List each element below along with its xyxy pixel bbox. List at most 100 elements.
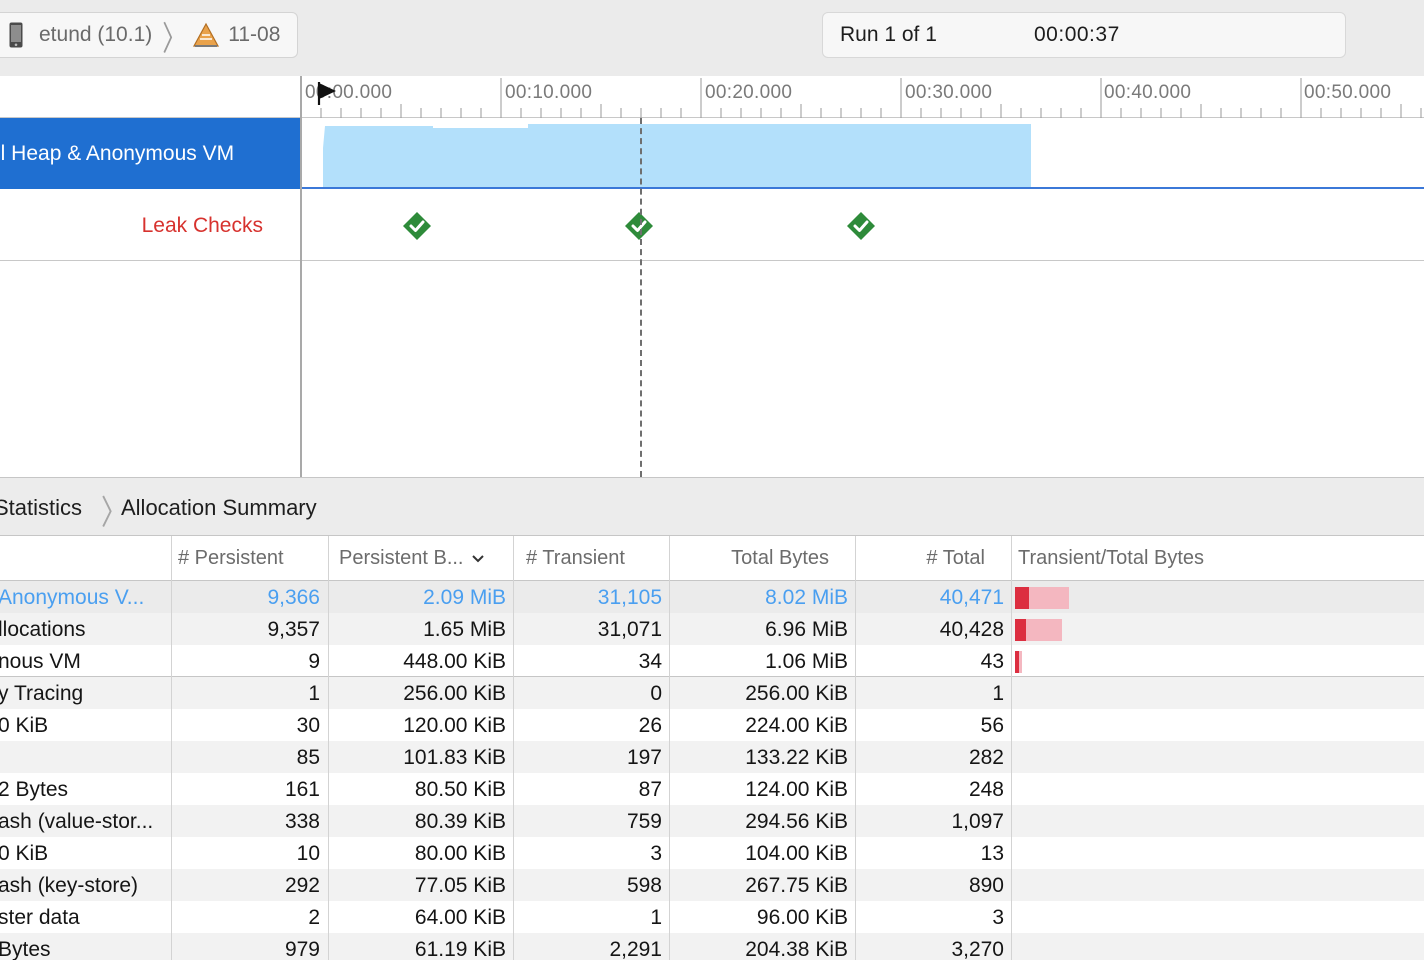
cell-persistent: 9,357 [267,618,320,641]
table-row[interactable]: nous VM 9 448.00 KiB 34 1.06 MiB 43 [0,645,1424,677]
track-divider [300,76,302,477]
cell-persistent-bytes: 64.00 KiB [414,906,506,929]
cell-category: 0 KiB [0,842,49,865]
checkmark-diamond-icon[interactable] [845,210,877,242]
chevron-down-icon [472,555,484,563]
transient-total-bar [1015,587,1075,609]
bar-persistent-bytes [1015,619,1027,641]
cell-transient: 26 [638,714,662,737]
inspection-head[interactable] [640,118,642,477]
cell-persistent: 338 [284,810,320,833]
cell-total: 13 [980,842,1004,865]
table-row[interactable]: Anonymous V... 9,366 2.09 MiB 31,105 8.02 Mi… [0,581,1424,613]
cell-total-bytes: 1.06 MiB [765,650,848,673]
cell-persistent: 9 [308,650,320,673]
cell-persistent-bytes: 101.83 KiB [403,746,506,769]
instruments-app-icon [192,22,220,48]
ruler-label: 00:30.000 [905,82,993,103]
table-row[interactable]: llocations 9,357 1.65 MiB 31,071 6.96 MiB 40,… [0,613,1424,645]
track-label-heap-vm[interactable]: ll Heap & Anonymous VM [0,118,301,189]
track-label-leak-checks[interactable]: Leak Checks [0,190,301,261]
cell-persistent-bytes: 2.09 MiB [423,586,506,609]
column-divider [855,536,856,960]
cell-total: 3,270 [951,938,1004,960]
run-elapsed-time: 00:00:37 [1034,23,1120,46]
cell-total: 40,428 [939,618,1004,641]
heap-vm-graph[interactable] [302,118,1424,189]
column-divider [513,536,514,960]
table-row[interactable]: ash (key-store) 292 77.05 KiB 598 267.75 KiB… [0,869,1424,901]
cell-transient: 31,071 [597,618,662,641]
cell-persistent: 9,366 [267,586,320,609]
table-row[interactable]: 2 Bytes 161 80.50 KiB 87 124.00 KiB 248 [0,773,1424,805]
cell-total: 1 [992,682,1004,705]
cell-total-bytes: 8.02 MiB [765,586,848,609]
cell-total-bytes: 133.22 KiB [745,746,848,769]
column-header-transient-total-bytes[interactable]: Transient/Total Bytes [1012,536,1424,581]
column-divider [1011,536,1012,960]
ruler-label: 00:50.000 [1304,82,1392,103]
cell-persistent-bytes: 80.39 KiB [414,810,506,833]
timeline-ruler[interactable]: 00:00.000 00:10.000 00:20.000 00:30.000 … [0,76,1424,118]
cell-category: y Tracing [0,682,84,705]
column-divider [328,536,329,960]
cell-total: 40,471 [939,586,1004,609]
cell-total: 282 [968,746,1004,769]
table-row[interactable]: 85 101.83 KiB 197 133.22 KiB 282 [0,741,1424,773]
column-divider [171,536,172,960]
column-header-category[interactable] [0,536,172,581]
cell-persistent-bytes: 120.00 KiB [403,714,506,737]
toolbar: etund (10.1) 〉 11-08 Run 1 of 1 00:00:37 [0,0,1424,76]
cell-persistent: 979 [284,938,320,960]
scheme-device-label: etund (10.1) [39,23,153,46]
run-label: Run 1 of 1 [840,23,937,46]
column-header-persistent[interactable]: # Persistent [172,536,329,581]
cell-persistent-bytes: 80.00 KiB [414,842,506,865]
cell-transient: 0 [650,682,662,705]
table-row[interactable]: y Tracing 1 256.00 KiB 0 256.00 KiB 1 [0,677,1424,709]
cell-transient: 3 [650,842,662,865]
transient-total-bar [1015,651,1075,673]
cell-total: 1,097 [951,810,1004,833]
cell-total-bytes: 294.56 KiB [745,810,848,833]
bar-persistent-bytes [1015,587,1030,609]
checkmark-diamond-icon[interactable] [401,210,433,242]
column-header-persistent-bytes[interactable]: Persistent B... [329,536,514,581]
iphone-icon [9,22,23,48]
cell-category: nous VM [0,650,81,673]
checkmark-diamond-icon[interactable] [623,210,655,242]
playhead-flag-icon[interactable] [316,80,338,106]
table-header: # Persistent Persistent B... # Transient… [0,536,1424,581]
cell-category: 2 Bytes [0,778,69,801]
track-label-text: ll Heap & Anonymous VM [0,141,235,165]
cell-transient: 197 [626,746,662,769]
table-row[interactable]: ster data 2 64.00 KiB 1 96.00 KiB 3 [0,901,1424,933]
table-row[interactable]: 0 KiB 30 120.00 KiB 26 224.00 KiB 56 [0,709,1424,741]
column-header-total[interactable]: # Total [856,536,1012,581]
cell-persistent-bytes: 1.65 MiB [423,618,506,641]
cell-persistent: 1 [308,682,320,705]
cell-category: 0 KiB [0,714,49,737]
cell-persistent-bytes: 77.05 KiB [414,874,506,897]
cell-total-bytes: 256.00 KiB [745,682,848,705]
breadcrumb-statistics[interactable]: Statistics [0,495,82,521]
cell-total-bytes: 96.00 KiB [756,906,848,929]
leak-checks-graph[interactable] [302,190,1424,261]
scheme-selector[interactable]: etund (10.1) 〉 11-08 [0,12,298,58]
cell-total-bytes: 124.00 KiB [745,778,848,801]
detail-breadcrumb: Statistics 〉 Allocation Summary [0,477,1424,536]
column-header-label: Transient/Total Bytes [1018,547,1205,569]
table-row[interactable]: Bytes 979 61.19 KiB 2,291 204.38 KiB 3,270 [0,933,1424,960]
table-row[interactable]: 0 KiB 10 80.00 KiB 3 104.00 KiB 13 [0,837,1424,869]
scheme-target-label: 11-08 [228,23,281,46]
column-header-label: # Total [926,547,985,569]
cell-category: llocations [0,618,86,641]
column-header-total-bytes[interactable]: Total Bytes [670,536,856,581]
run-status-display[interactable]: Run 1 of 1 00:00:37 [822,12,1346,58]
column-header-transient[interactable]: # Transient [514,536,670,581]
table-row[interactable]: ash (value-stor... 338 80.39 KiB 759 294.56 … [0,805,1424,837]
breadcrumb-allocation-summary[interactable]: Allocation Summary [121,495,317,521]
allocation-table: Anonymous V... 9,366 2.09 MiB 31,105 8.02 Mi… [0,581,1424,960]
cell-total: 3 [992,906,1004,929]
cell-persistent: 292 [284,874,320,897]
